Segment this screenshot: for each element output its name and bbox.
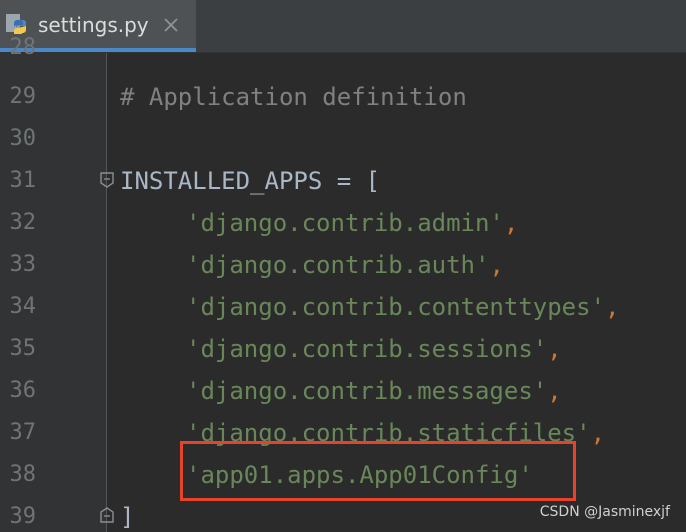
comma: , — [605, 293, 620, 321]
operator-text: = [ — [322, 167, 381, 195]
code-line: 28 — [0, 27, 686, 69]
code-text: ] — [120, 501, 134, 532]
closing-bracket: ] — [120, 503, 135, 531]
line-number: 30 — [9, 126, 37, 151]
comma: , — [547, 377, 562, 405]
comma: , — [503, 209, 519, 237]
code-text: INSTALLED_APPS = [ — [120, 165, 380, 197]
line-number: 39 — [9, 504, 37, 529]
code-line: 33 'django.contrib.auth', — [0, 244, 686, 286]
string-literal: 'django.contrib.admin' — [186, 209, 504, 237]
line-number: 35 — [9, 336, 37, 361]
comma: , — [547, 335, 562, 363]
line-number: 32 — [9, 210, 37, 235]
line-number: 36 — [9, 378, 37, 403]
code-text: 'django.contrib.admin', — [186, 207, 518, 239]
string-literal: 'django.contrib.contenttypes' — [186, 293, 606, 321]
code-text: 'django.contrib.auth', — [186, 249, 504, 281]
comma: , — [489, 251, 504, 279]
code-text: 'django.contrib.sessions', — [186, 333, 562, 365]
string-literal: 'django.contrib.auth' — [186, 251, 490, 279]
code-text: 'django.contrib.messages', — [186, 375, 562, 407]
annotation-highlight-box — [180, 441, 576, 501]
line-number: 33 — [9, 252, 37, 277]
code-line: 35 'django.contrib.sessions', — [0, 328, 686, 370]
code-line: 34 'django.contrib.contenttypes', — [0, 286, 686, 328]
watermark-text: CSDN @Jasminexjf — [539, 504, 670, 520]
code-text: 'django.contrib.contenttypes', — [186, 291, 619, 323]
code-text: # Application definition — [120, 81, 467, 113]
line-number: 29 — [9, 84, 37, 109]
line-number: 31 — [9, 168, 37, 193]
comma: , — [590, 419, 606, 447]
code-line: 30 — [0, 118, 686, 160]
code-line: 32 'django.contrib.admin', — [0, 202, 686, 244]
comment-text: # Application definition — [120, 83, 467, 111]
code-line: 29 # Application definition — [0, 76, 686, 118]
string-literal: 'django.contrib.sessions' — [186, 335, 548, 363]
identifier-installed-apps: INSTALLED_APPS — [120, 167, 323, 195]
line-number: 34 — [9, 294, 37, 319]
fold-marker-icon[interactable] — [99, 171, 115, 189]
line-number: 28 — [9, 35, 37, 60]
fold-end-marker-icon[interactable] — [99, 506, 115, 524]
line-number: 38 — [9, 462, 37, 487]
string-literal: 'django.contrib.messages' — [186, 377, 548, 405]
code-line: 36 'django.contrib.messages', — [0, 370, 686, 412]
line-number: 37 — [9, 420, 37, 445]
